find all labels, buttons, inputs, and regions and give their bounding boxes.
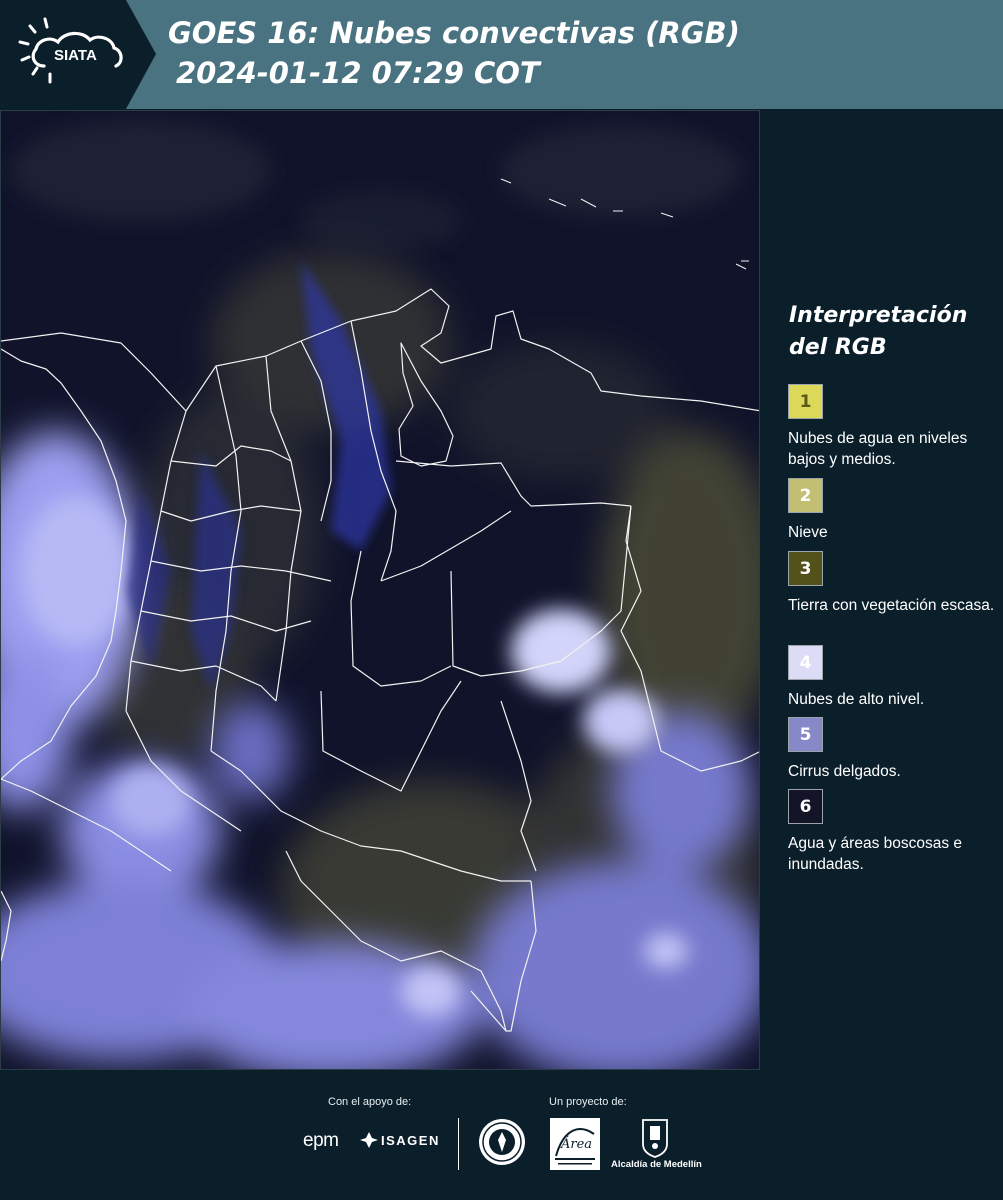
support-label: Con el apoyo de:: [328, 1096, 412, 1108]
legend-swatch: 2: [788, 478, 823, 513]
legend-swatch: 5: [788, 717, 823, 752]
isagen-logo: ISAGEN: [360, 1132, 440, 1148]
legend-item: 1 Nubes de agua en niveles bajos y medio…: [788, 384, 998, 470]
project-label: Un proyecto de:: [549, 1096, 627, 1108]
legend-swatch: 3: [788, 551, 823, 586]
legend-item: 2 Nieve: [788, 478, 998, 543]
legend-item: 4 Nubes de alto nivel.: [788, 645, 998, 710]
legend-item: 3 Tierra con vegetación escasa.: [788, 551, 998, 616]
legend-label: Nubes de alto nivel.: [788, 691, 925, 708]
legend-item: 6 Agua y áreas boscosas e inundadas.: [788, 789, 998, 875]
legend-label: Agua y áreas boscosas e inundadas.: [788, 835, 963, 873]
page-title: GOES 16: Nubes convectivas (RGB): [168, 16, 740, 50]
alcaldia-logo-text: Alcaldía de Medellín: [611, 1159, 702, 1170]
header-bar: SIATA GOES 16: Nubes convectivas (RGB) 2…: [0, 0, 1003, 109]
page-timestamp: 2024-01-12 07:29 COT: [176, 56, 540, 90]
siata-logo: SIATA: [0, 0, 156, 109]
medellin-seal-icon: [478, 1118, 526, 1166]
legend-label: Nubes de agua en niveles bajos y medios.: [788, 430, 968, 468]
svg-text:Área: Área: [560, 1136, 592, 1152]
legend-label: Nieve: [788, 524, 828, 541]
legend-swatch: 1: [788, 384, 823, 419]
legend-swatch: 6: [788, 789, 823, 824]
legend-swatch: 4: [788, 645, 823, 680]
satellite-map: [0, 110, 760, 1070]
area-metropolitana-logo: Área: [550, 1118, 600, 1170]
legend-title: Interpretación del RGB: [789, 303, 968, 360]
legend-label: Tierra con vegetación escasa.: [788, 597, 995, 614]
legend-item: 5 Cirrus delgados.: [788, 717, 998, 782]
siata-logo-text: SIATA: [54, 47, 97, 64]
isagen-mark-icon: [360, 1132, 378, 1148]
footer: Con el apoyo de: Un proyecto de: epm ISA…: [0, 1070, 1003, 1200]
epm-logo: epm: [303, 1130, 339, 1151]
alcaldia-shield-icon: [640, 1118, 670, 1158]
legend-label: Cirrus delgados.: [788, 763, 901, 780]
legend-panel: Interpretación del RGB 1 Nubes de agua e…: [760, 110, 1003, 1070]
footer-divider: [458, 1118, 459, 1170]
isagen-logo-text: ISAGEN: [381, 1132, 440, 1148]
